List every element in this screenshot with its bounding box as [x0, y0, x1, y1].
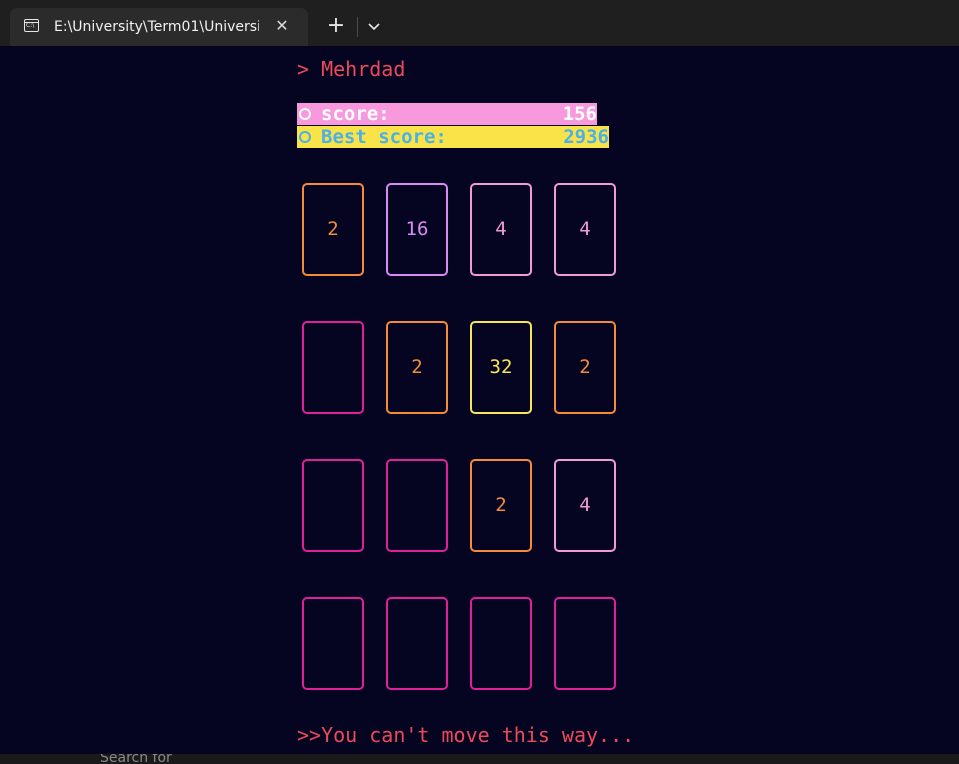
board-tile: [386, 597, 448, 690]
close-icon[interactable]: ✕: [272, 16, 292, 36]
board-tile: [302, 459, 364, 552]
background-search-text: Search for: [100, 754, 172, 764]
board-tile: 32: [470, 321, 532, 414]
best-score-label: Best score:: [321, 126, 447, 148]
board-tile: 2: [554, 321, 616, 414]
board-tile: [470, 597, 532, 690]
board-tile: 2: [470, 459, 532, 552]
board-tile: 2: [386, 321, 448, 414]
background-window-strip: Search for: [0, 754, 959, 764]
board-tile: 16: [386, 183, 448, 276]
board-tile: [386, 459, 448, 552]
best-score-value: 2936: [563, 126, 609, 148]
board-tile: [302, 597, 364, 690]
board-tile: 4: [554, 183, 616, 276]
terminal-icon: C:\: [24, 19, 39, 32]
terminal-tab[interactable]: C:\ E:\University\Term01\Universi ✕: [10, 8, 308, 46]
player-prompt: > Mehrdad: [297, 57, 406, 81]
tab-bar: C:\ E:\University\Term01\Universi ✕ +: [0, 0, 959, 46]
terminal-window: C:\ E:\University\Term01\Universi ✕ + > …: [0, 0, 959, 764]
chevron-down-icon[interactable]: [364, 16, 384, 36]
score-value: 156: [562, 103, 597, 125]
board-tile: 4: [470, 183, 532, 276]
tab-title: E:\University\Term01\Universi: [54, 19, 259, 35]
board-tile: [302, 321, 364, 414]
best-score-row: Best score: 2936: [297, 126, 609, 148]
status-message: >>You can't move this way...: [297, 723, 635, 747]
board-tile: 4: [554, 459, 616, 552]
tab-divider: [357, 17, 358, 37]
circle-icon: [299, 108, 311, 120]
game-board: 2 16 4 4 2 32 2 2 4: [302, 183, 622, 693]
new-tab-button[interactable]: +: [322, 13, 350, 41]
current-score-row: score: 156: [297, 103, 597, 125]
score-label: score:: [321, 103, 390, 125]
circle-icon: [299, 131, 311, 143]
board-tile: [554, 597, 616, 690]
board-tile: 2: [302, 183, 364, 276]
